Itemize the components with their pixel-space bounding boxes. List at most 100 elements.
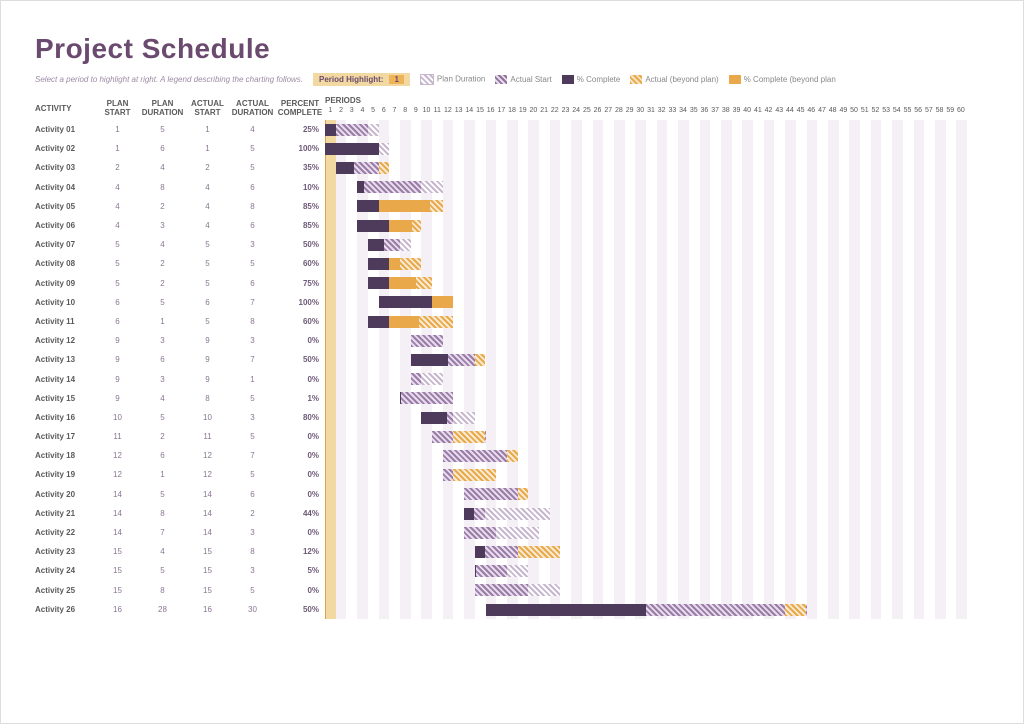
bar-beyond	[453, 469, 496, 481]
activity-name: Activity 12	[35, 336, 95, 345]
plan-dur: 4	[140, 240, 185, 249]
hdr-percent: PERCENT COMPLETE	[275, 99, 325, 117]
period-highlight-label: Period Highlight:	[319, 75, 383, 84]
percent-complete: 100%	[275, 298, 325, 307]
percent-complete: 5%	[275, 566, 325, 575]
actual-start: 1	[185, 125, 230, 134]
gantt-row	[325, 293, 967, 312]
activity-name: Activity 08	[35, 259, 95, 268]
actual-start: 4	[185, 183, 230, 192]
plan-dur: 4	[140, 547, 185, 556]
activity-name: Activity 15	[35, 394, 95, 403]
actual-dur: 5	[230, 586, 275, 595]
bar-actual	[411, 373, 422, 385]
percent-complete: 50%	[275, 240, 325, 249]
table-row: Activity 06434685%	[35, 216, 325, 235]
plan-start: 9	[95, 375, 140, 384]
gantt-row	[325, 235, 967, 254]
hdr-actual-start: ACTUAL START	[185, 99, 230, 117]
plan-start: 15	[95, 586, 140, 595]
activity-name: Activity 05	[35, 202, 95, 211]
plan-start: 6	[95, 298, 140, 307]
actual-start: 5	[185, 279, 230, 288]
bar-beyond	[518, 488, 529, 500]
bar-complete-beyond	[389, 316, 419, 328]
plan-dur: 5	[140, 125, 185, 134]
period-highlight-box[interactable]: Period Highlight: 1	[313, 73, 410, 86]
table-row: Activity 05424885%	[35, 197, 325, 216]
table-row: Activity 07545350%	[35, 235, 325, 254]
legend-beyond: Actual (beyond plan)	[630, 75, 718, 84]
percent-complete: 0%	[275, 375, 325, 384]
bar-complete	[421, 412, 447, 424]
plan-dur: 4	[140, 163, 185, 172]
bar-complete	[368, 239, 384, 251]
hdr-activity: ACTIVITY	[35, 104, 95, 113]
actual-start: 15	[185, 586, 230, 595]
bar-actual	[475, 584, 529, 596]
plan-dur: 3	[140, 375, 185, 384]
bar-complete	[336, 162, 355, 174]
table-row: Activity 181261270%	[35, 446, 325, 465]
activity-name: Activity 06	[35, 221, 95, 230]
plan-start: 14	[95, 528, 140, 537]
actual-dur: 3	[230, 413, 275, 422]
actual-dur: 7	[230, 451, 275, 460]
bar-complete-beyond	[389, 220, 411, 232]
percent-complete: 35%	[275, 163, 325, 172]
bar-beyond	[453, 431, 485, 443]
percent-complete: 0%	[275, 528, 325, 537]
table-row: Activity 201451460%	[35, 485, 325, 504]
plan-start: 4	[95, 183, 140, 192]
activity-name: Activity 23	[35, 547, 95, 556]
plan-start: 5	[95, 240, 140, 249]
plan-start: 9	[95, 394, 140, 403]
plan-start: 14	[95, 509, 140, 518]
bar-complete	[464, 508, 473, 520]
actual-start: 9	[185, 336, 230, 345]
period-highlight-value: 1	[389, 75, 403, 84]
percent-complete: 0%	[275, 490, 325, 499]
actual-dur: 30	[230, 605, 275, 614]
gantt-row	[325, 350, 967, 369]
hdr-actual-dur: ACTUAL DURATION	[230, 99, 275, 117]
plan-start: 2	[95, 163, 140, 172]
gantt-row	[325, 427, 967, 446]
actual-start: 5	[185, 317, 230, 326]
plan-dur: 4	[140, 394, 185, 403]
percent-complete: 25%	[275, 125, 325, 134]
gantt-row	[325, 178, 967, 197]
plan-dur: 5	[140, 566, 185, 575]
plan-start: 9	[95, 355, 140, 364]
bar-beyond	[785, 604, 806, 616]
table-row: Activity 08525560%	[35, 254, 325, 273]
actual-dur: 5	[230, 259, 275, 268]
hdr-plan-start: PLAN START	[95, 99, 140, 117]
bar-complete-beyond	[432, 296, 453, 308]
plan-start: 16	[95, 605, 140, 614]
column-headers: ACTIVITY PLAN START PLAN DURATION ACTUAL…	[35, 96, 325, 120]
plan-start: 9	[95, 336, 140, 345]
swatch-complete-icon	[562, 75, 574, 84]
actual-dur: 8	[230, 547, 275, 556]
activity-name: Activity 24	[35, 566, 95, 575]
actual-start: 14	[185, 528, 230, 537]
actual-start: 9	[185, 375, 230, 384]
table-row: Activity 1293930%	[35, 331, 325, 350]
percent-complete: 10%	[275, 183, 325, 192]
actual-dur: 7	[230, 355, 275, 364]
gantt-row	[325, 197, 967, 216]
activity-name: Activity 16	[35, 413, 95, 422]
actual-dur: 3	[230, 336, 275, 345]
swatch-plan-icon	[420, 74, 434, 85]
activity-name: Activity 10	[35, 298, 95, 307]
actual-start: 12	[185, 470, 230, 479]
actual-start: 10	[185, 413, 230, 422]
actual-start: 5	[185, 259, 230, 268]
actual-dur: 6	[230, 183, 275, 192]
bar-complete	[475, 565, 477, 577]
actual-start: 6	[185, 298, 230, 307]
table-row: Activity 13969750%	[35, 350, 325, 369]
plan-dur: 5	[140, 413, 185, 422]
plan-dur: 1	[140, 317, 185, 326]
